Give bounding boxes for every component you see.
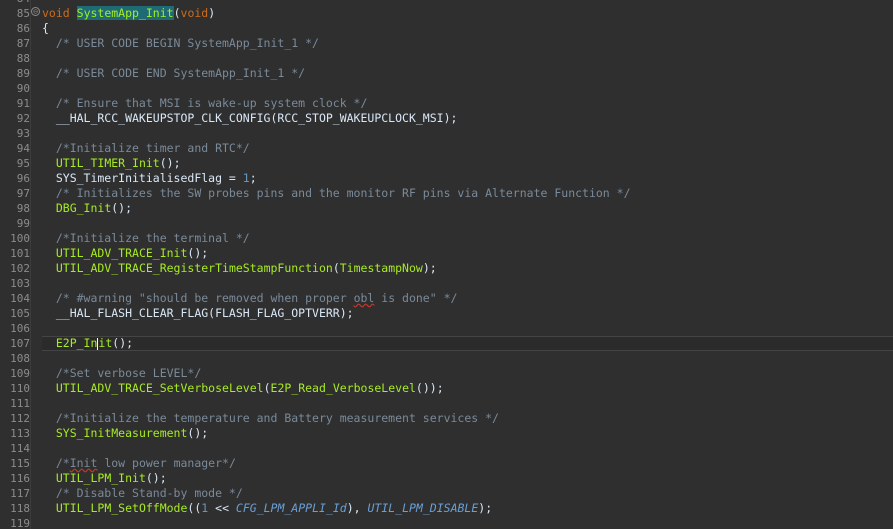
line-number: 85 <box>16 7 30 20</box>
code-line: void SystemApp_Init(void) <box>42 6 216 20</box>
code-line: __HAL_FLASH_CLEAR_FLAG(FLASH_FLAG_OPTVER… <box>42 306 354 320</box>
code-line: /*Initialize the temperature and Battery… <box>42 411 499 425</box>
line-number: 92 <box>16 112 30 125</box>
line-number: 94 <box>16 142 30 155</box>
line-number: 107 <box>10 337 30 350</box>
code-line: UTIL_LPM_SetOffMode((1 << CFG_LPM_APPLI_… <box>55 501 493 515</box>
code-line: /* Disable Stand-by mode */ <box>42 486 243 500</box>
line-number: 91 <box>16 97 30 110</box>
line-number: 97 <box>16 187 30 200</box>
line-number-gutter: 84 85 86 87 88 89 90 91 92 93 94 95 96 9… <box>0 0 31 529</box>
line-number: 100 <box>10 232 30 245</box>
code-line: /* Initializes the SW probes pins and th… <box>42 186 631 200</box>
code-line: /*Init low power manager*/ <box>42 456 236 470</box>
line-number: 95 <box>16 157 30 170</box>
code-line: SYS_InitMeasurement(); <box>55 426 209 440</box>
line-number: 99 <box>16 217 30 230</box>
line-number: 105 <box>10 307 30 320</box>
line-number: 113 <box>10 427 30 440</box>
line-number: 117 <box>10 487 30 500</box>
line-number: 96 <box>16 172 30 185</box>
line-number: 101 <box>10 247 30 260</box>
spelling-squiggle: Init <box>69 456 98 470</box>
fold-collapse-icon[interactable]: ⊖ <box>31 7 40 16</box>
code-text-area[interactable]: void SystemApp_Init(void) { /* USER CODE… <box>42 0 893 529</box>
line-number: 88 <box>16 52 30 65</box>
line-number: 86 <box>16 22 30 35</box>
code-editor[interactable]: 84 85 86 87 88 89 90 91 92 93 94 95 96 9… <box>0 0 893 529</box>
line-number: 93 <box>16 127 30 140</box>
code-line: /* USER CODE END SystemApp_Init_1 */ <box>42 66 306 80</box>
code-line: UTIL_ADV_TRACE_Init(); <box>55 246 209 260</box>
highlighted-function-name: SystemApp_Init <box>76 6 174 20</box>
line-number: 114 <box>10 442 30 455</box>
code-line: SYS_TimerInitialisedFlag = 1; <box>42 171 257 185</box>
line-number: 98 <box>16 202 30 215</box>
line-number: 119 <box>10 517 30 529</box>
line-number: 109 <box>10 367 30 380</box>
code-line: /* #warning "should be removed when prop… <box>42 291 458 305</box>
code-line: { <box>42 21 49 35</box>
line-number: 110 <box>10 382 30 395</box>
current-code-line: E2P_Init(); <box>42 336 893 351</box>
line-number: 111 <box>10 397 30 410</box>
code-line: /*Initialize the terminal */ <box>42 231 250 245</box>
code-line: /*Initialize timer and RTC*/ <box>42 141 250 155</box>
code-line: UTIL_TIMER_Init(); <box>55 156 181 170</box>
line-number: 103 <box>10 277 30 290</box>
code-line: /*Set verbose LEVEL*/ <box>42 366 202 380</box>
spelling-squiggle: obl <box>353 291 375 305</box>
code-line: /* USER CODE BEGIN SystemApp_Init_1 */ <box>42 36 319 50</box>
code-line: UTIL_ADV_TRACE_RegisterTimeStampFunction… <box>55 261 437 275</box>
code-line: UTIL_LPM_Init(); <box>55 471 167 485</box>
line-number: 90 <box>16 82 30 95</box>
code-line: DBG_Init(); <box>55 201 133 215</box>
line-number: 115 <box>10 457 30 470</box>
line-number: 112 <box>10 412 30 425</box>
code-line: UTIL_ADV_TRACE_SetVerboseLevel(E2P_Read_… <box>55 381 444 395</box>
code-line: /* Ensure that MSI is wake-up system clo… <box>42 96 368 110</box>
line-number: 102 <box>10 262 30 275</box>
line-number: 87 <box>16 37 30 50</box>
line-number: 116 <box>10 472 30 485</box>
line-number: 89 <box>16 67 30 80</box>
line-number: 106 <box>10 322 30 335</box>
line-number: 118 <box>10 502 30 515</box>
line-number: 108 <box>10 352 30 365</box>
line-number: 104 <box>10 292 30 305</box>
code-line: __HAL_RCC_WAKEUPSTOP_CLK_CONFIG(RCC_STOP… <box>42 111 458 125</box>
